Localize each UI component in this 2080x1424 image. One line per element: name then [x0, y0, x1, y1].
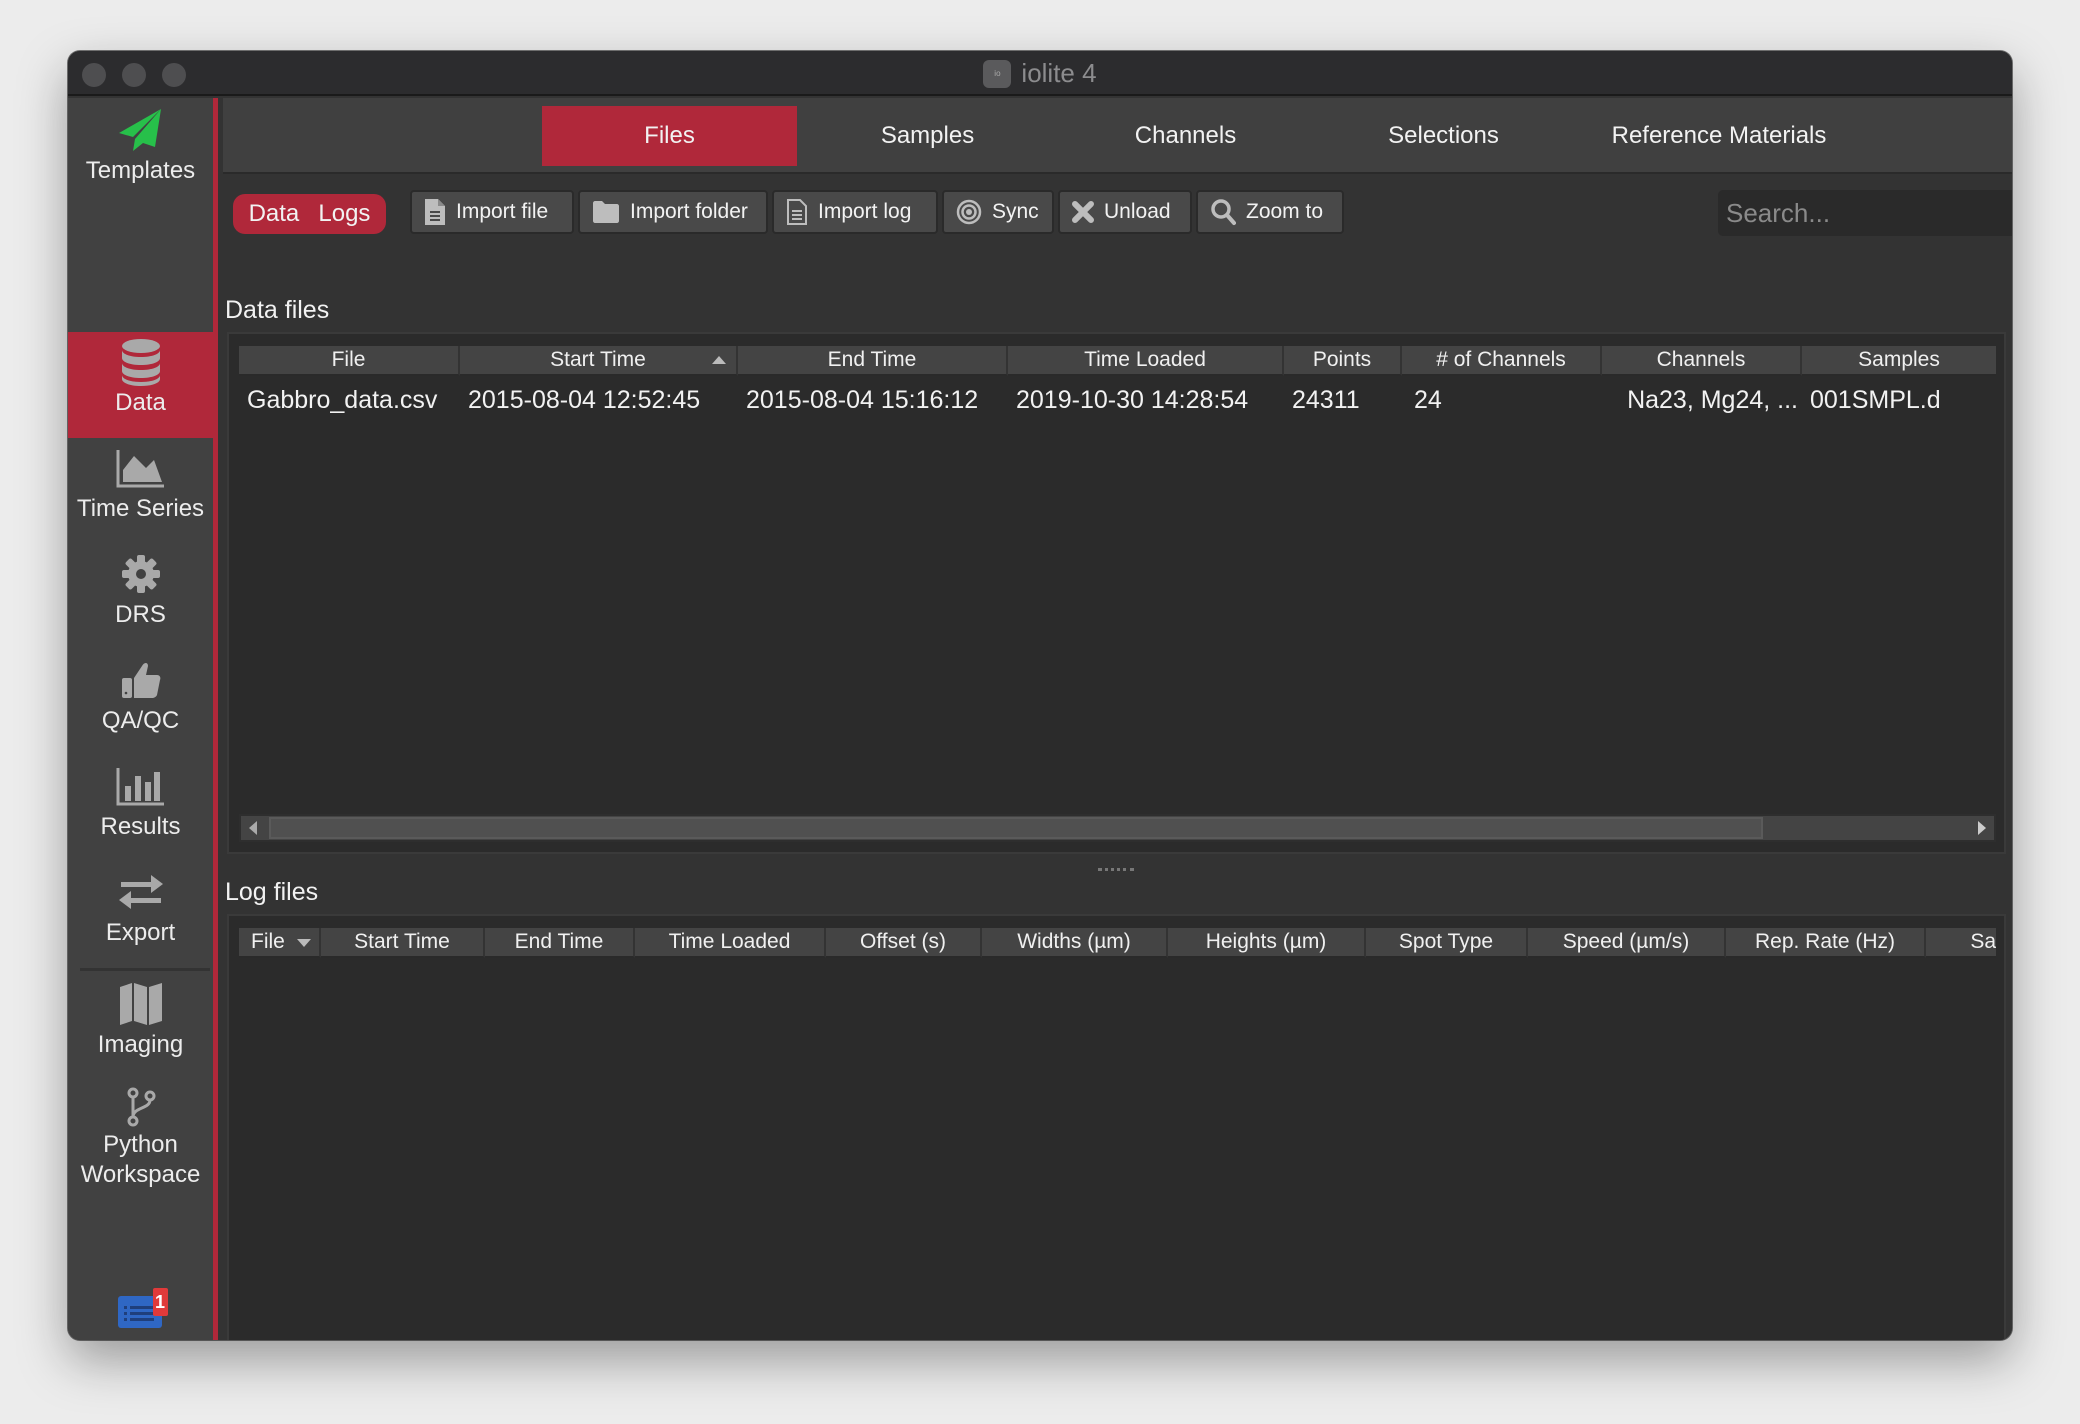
sidebar-item-python-workspace[interactable]: Python Workspace	[68, 1084, 213, 1204]
sidebar-item-data[interactable]: Data	[68, 332, 213, 438]
thumbs-up-icon	[120, 654, 162, 706]
splitter-handle[interactable]	[1098, 868, 1134, 872]
bar-chart-icon	[116, 760, 166, 812]
sidebar-item-messages[interactable]: 1 Messages	[68, 1286, 213, 1340]
cell-start-time: 2015-08-04 12:52:45	[468, 385, 701, 414]
sidebar: Templates Data Time Series DRS QA/QC Res…	[68, 98, 218, 1340]
tab-files[interactable]: Files	[542, 106, 797, 166]
search-input[interactable]	[1718, 190, 2012, 236]
column-header-spot-type[interactable]: Spot Type	[1366, 928, 1528, 958]
triangle-left-icon	[249, 821, 257, 835]
code-branch-icon	[126, 1084, 156, 1130]
column-header-heights[interactable]: Heights (µm)	[1168, 928, 1366, 958]
column-header-start-time[interactable]: Start Time	[321, 928, 485, 958]
tab-channels[interactable]: Channels	[1058, 106, 1313, 166]
sidebar-item-templates[interactable]: Templates	[68, 98, 213, 206]
app-logo-icon: io	[983, 59, 1012, 88]
cell-points: 24311	[1292, 385, 1360, 414]
app-window: io iolite 4 Templates Data Time Series D…	[68, 51, 2012, 1340]
paper-plane-icon	[117, 104, 165, 156]
column-header-rep-rate[interactable]: Rep. Rate (Hz)	[1726, 928, 1926, 958]
column-header-offset[interactable]: Offset (s)	[826, 928, 982, 958]
message-list-icon: 1	[117, 1286, 168, 1338]
sync-button[interactable]: Sync	[942, 190, 1054, 234]
data-files-horizontal-scrollbar[interactable]	[239, 814, 1996, 842]
scroll-left-button[interactable]	[241, 817, 265, 839]
cell-channels: Na23, Mg24, ...	[1627, 385, 1798, 414]
column-header-samples[interactable]: Sa	[1926, 928, 1996, 958]
cell-time-loaded: 2019-10-30 14:28:54	[1016, 385, 1249, 414]
data-files-table: File Start Time End Time Time Loaded Poi…	[227, 332, 2006, 854]
data-logs-toggle: Data Logs	[233, 194, 386, 234]
sidebar-item-imaging[interactable]: Imaging	[68, 978, 213, 1082]
exchange-arrows-icon	[117, 866, 165, 918]
column-header-file[interactable]: File	[239, 928, 321, 958]
scrollbar-thumb[interactable]	[269, 817, 1763, 839]
main-panel: Files Samples Channels Selections Refere…	[223, 98, 2012, 1340]
triangle-right-icon	[1978, 821, 1986, 835]
column-header-time-loaded[interactable]: Time Loaded	[635, 928, 826, 958]
folder-icon	[593, 201, 619, 223]
tab-bar: Files Samples Channels Selections Refere…	[223, 98, 2012, 174]
area-chart-icon	[116, 442, 166, 494]
column-header-end-time[interactable]: End Time	[738, 346, 1008, 376]
import-folder-button[interactable]: Import folder	[578, 190, 768, 234]
sort-ascending-icon	[712, 356, 726, 364]
column-header-num-channels[interactable]: # of Channels	[1402, 346, 1602, 376]
column-header-points[interactable]: Points	[1284, 346, 1402, 376]
sort-descending-icon	[297, 939, 311, 947]
messages-badge: 1	[152, 1288, 168, 1316]
file-icon	[425, 199, 445, 225]
toolbar: Data Logs Import file Import folder Impo…	[223, 188, 2012, 236]
cell-file: Gabbro_data.csv	[247, 385, 438, 414]
log-files-heading: Log files	[225, 878, 319, 906]
sidebar-divider	[80, 968, 210, 971]
column-header-time-loaded[interactable]: Time Loaded	[1008, 346, 1284, 376]
sidebar-item-results[interactable]: Results	[68, 760, 213, 866]
sidebar-item-export[interactable]: Export	[68, 866, 213, 966]
window-title-text: iolite 4	[1021, 58, 1097, 88]
toggle-logs[interactable]: Logs	[318, 200, 370, 228]
sidebar-item-drs[interactable]: DRS	[68, 548, 213, 654]
cell-end-time: 2015-08-04 15:16:12	[746, 385, 979, 414]
zoom-to-button[interactable]: Zoom to	[1196, 190, 1344, 234]
target-rings-icon	[956, 199, 982, 225]
x-icon	[1072, 201, 1094, 223]
window-title: io iolite 4	[68, 51, 2012, 96]
column-header-file[interactable]: File	[239, 346, 460, 376]
toggle-data[interactable]: Data	[249, 200, 300, 228]
log-files-table: File Start Time End Time Time Loaded Off…	[227, 914, 2006, 1340]
unload-button[interactable]: Unload	[1058, 190, 1192, 234]
gear-icon	[121, 548, 161, 600]
data-files-heading: Data files	[225, 296, 330, 324]
sidebar-item-qaqc[interactable]: QA/QC	[68, 654, 213, 760]
column-header-end-time[interactable]: End Time	[485, 928, 635, 958]
cell-samples: 001SMPL.d	[1810, 385, 1941, 414]
column-header-speed[interactable]: Speed (µm/s)	[1528, 928, 1726, 958]
log-files-header[interactable]: File Start Time End Time Time Loaded Off…	[239, 928, 1996, 958]
column-header-start-time[interactable]: Start Time	[460, 346, 738, 376]
import-file-button[interactable]: Import file	[410, 190, 574, 234]
column-header-channels[interactable]: Channels	[1602, 346, 1802, 376]
scroll-right-button[interactable]	[1970, 817, 1994, 839]
cell-num-channels: 24	[1414, 385, 1442, 414]
file-lines-icon	[787, 199, 807, 225]
map-icon	[118, 978, 164, 1030]
column-header-samples[interactable]: Samples	[1802, 346, 1996, 376]
import-log-button[interactable]: Import log	[772, 190, 938, 234]
data-files-header: File Start Time End Time Time Loaded Poi…	[239, 346, 1996, 376]
sidebar-item-time-series[interactable]: Time Series	[68, 442, 213, 548]
magnifier-icon	[1211, 199, 1236, 225]
table-row[interactable]: Gabbro_data.csv 2015-08-04 12:52:45 2015…	[239, 378, 1996, 422]
database-icon	[120, 336, 162, 388]
tab-selections[interactable]: Selections	[1316, 106, 1571, 166]
tab-samples[interactable]: Samples	[800, 106, 1055, 166]
column-header-widths[interactable]: Widths (µm)	[982, 928, 1168, 958]
title-bar: io iolite 4	[68, 51, 2012, 96]
tab-reference-materials[interactable]: Reference Materials	[1574, 106, 1864, 166]
